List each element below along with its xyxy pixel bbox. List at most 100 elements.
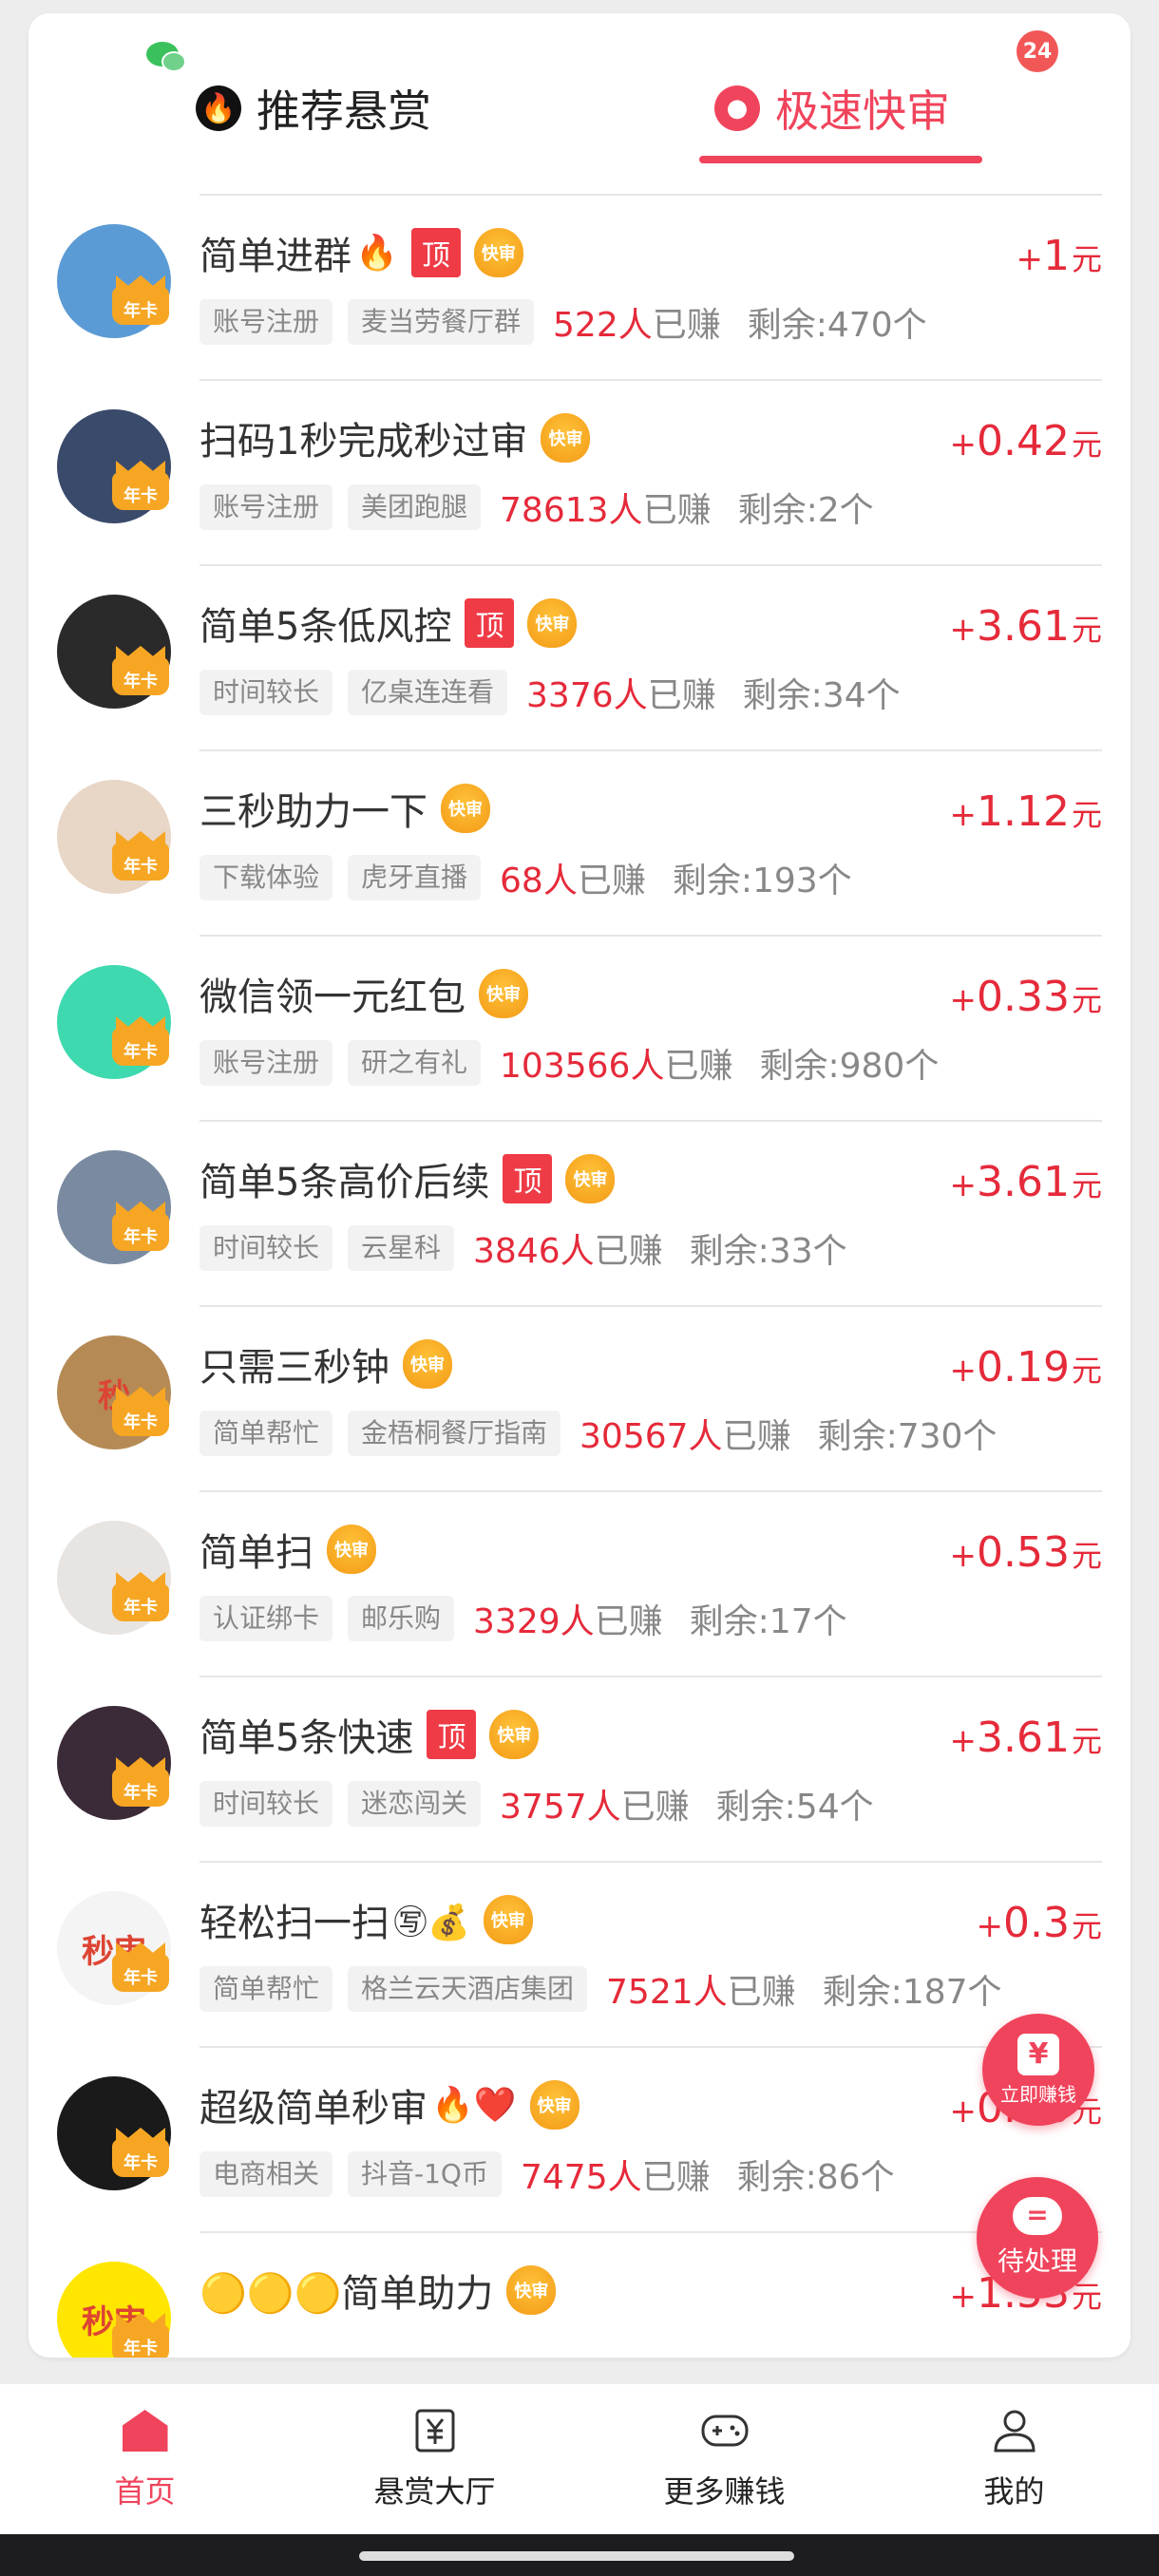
task-title: 扫码1秒完成秒过审 (200, 420, 528, 464)
task-meta: 账号注册 研之有礼 103566人 已赚 剩余:980个 (200, 1039, 939, 1087)
merchant-tag: 邮乐购 (348, 1596, 455, 1641)
earn-now-button[interactable]: ¥ 立即赚钱 (982, 2014, 1094, 2126)
notification-count: 24 (1022, 39, 1053, 64)
tab-recommended[interactable]: 🔥 推荐悬赏 (196, 70, 431, 146)
nav-more-earn[interactable]: 更多赚钱 (580, 2384, 869, 2534)
title-row: 简单进群 🔥 顶快审 (200, 222, 523, 283)
year-card-badge: 年卡 (112, 1213, 169, 1251)
task-meta: 时间较长 迷恋闯关 3757人 已赚 剩余:54个 (200, 1780, 874, 1828)
reward-plus: + (949, 1537, 978, 1575)
title-row: 简单5条高价后续顶快审 (200, 1148, 616, 1209)
task-meta: 认证绑卡 邮乐购 3329人 已赚 剩余:17个 (200, 1595, 847, 1642)
title-row: 轻松扫一扫 ㊢💰 快审 (200, 1889, 533, 1950)
remaining-count: 剩余:470个 (747, 306, 927, 345)
task-item[interactable]: 年卡 简单扫 快审 +0.53 元认证绑卡 邮乐购 3329人 已赚 剩余:17个 (28, 1490, 1130, 1676)
pending-button[interactable]: 待处理 (977, 2177, 1098, 2299)
earner-count: 3757人 (500, 1788, 621, 1827)
task-meta: 简单帮忙 金梧桐餐厅指南 30567人 已赚 剩余:730个 (200, 1410, 997, 1457)
task-item[interactable]: 年卡 微信领一元红包 快审 +0.33 元账号注册 研之有礼 103566人 已赚 剩余:980… (28, 935, 1130, 1120)
reward-value: 0.19 (977, 1343, 1070, 1392)
fast-review-badge: 快审 (489, 1710, 540, 1759)
reward-unit: 元 (1071, 1538, 1102, 1574)
divider (200, 1305, 1102, 1307)
task-item[interactable]: 秒审 年卡 轻松扫一扫 ㊢💰 快审 +0.3 元简单帮忙 格兰云天酒店集团 7521人 已赚 剩余:… (28, 1861, 1130, 2046)
task-meta: 时间较长 云星科 3846人 已赚 剩余:33个 (200, 1224, 847, 1272)
earner-count: 7475人 (520, 2158, 642, 2197)
fast-review-badge: 快审 (473, 228, 523, 277)
nav-home[interactable]: 首页 (0, 2384, 290, 2534)
reward-unit: 元 (1071, 1167, 1102, 1203)
fast-review-badge: 快审 (527, 598, 578, 648)
reward-value: 3.61 (977, 1158, 1070, 1206)
earned-label: 已赚 (641, 2158, 711, 2197)
merchant-tag: 格兰云天酒店集团 (348, 1966, 588, 2012)
fast-review-badge: 快审 (506, 2265, 557, 2315)
title-row: 扫码1秒完成秒过审 快审 (200, 407, 591, 468)
tab-fast-review[interactable]: ● 极速快审 (714, 70, 950, 146)
earned-label: 已赚 (647, 676, 716, 715)
reward-unit: 元 (1071, 1353, 1102, 1389)
task-item[interactable]: 年卡 扫码1秒完成秒过审 快审 +0.42 元账号注册 美团跑腿 78613人 已赚 剩余:2个 (28, 379, 1130, 564)
remaining-count: 剩余:2个 (737, 491, 874, 530)
home-icon (121, 2407, 170, 2454)
category-tag: 账号注册 (200, 1040, 333, 1086)
reward-value: 1.12 (977, 787, 1070, 836)
merchant-tag: 麦当劳餐厅群 (348, 299, 535, 345)
category-tag: 时间较长 (200, 1781, 333, 1827)
earner-count: 522人 (553, 306, 653, 345)
title-row: 微信领一元红包 快审 (200, 963, 528, 1024)
fast-review-badge: 快审 (483, 1895, 533, 1944)
reward-plus: + (949, 1166, 978, 1204)
reward-amount: +1.12 元 (950, 787, 1102, 836)
category-tag: 下载体验 (200, 855, 333, 900)
title-row: 三秒助力一下 快审 (200, 778, 490, 839)
title-emoji: 🔥 (355, 234, 398, 273)
task-item[interactable]: 年卡 简单5条高价后续顶快审 +3.61 元时间较长 云星科 3846人 已赚 剩余:33个 (28, 1120, 1130, 1305)
reward-plus: + (949, 2093, 978, 2131)
task-title: 简单进群 (200, 235, 352, 278)
task-item[interactable]: 年卡 简单5条低风控顶快审 +3.61 元时间较长 亿桌连连看 3376人 已赚 剩余:34个 (28, 564, 1130, 749)
task-item[interactable]: 秒审年卡🟡🟡🟡简单助力快审+1.53元 (28, 2231, 1130, 2358)
earner-count: 68人 (500, 862, 578, 900)
task-item[interactable]: 年卡 三秒助力一下 快审 +1.12 元下载体验 虎牙直播 68人 已赚 剩余:193个 (28, 749, 1130, 935)
reward-unit: 元 (1071, 426, 1102, 463)
divider (200, 935, 1102, 937)
year-card-badge: 年卡 (112, 1583, 169, 1621)
task-title: 轻松扫一扫 (200, 1902, 390, 1945)
task-item[interactable]: 年卡 简单5条快速顶快审 +3.61 元时间较长 迷恋闯关 3757人 已赚 剩余:54个 (28, 1676, 1130, 1861)
pinned-badge: 顶 (427, 1710, 477, 1759)
chat-bubble-icon (1013, 2197, 1062, 2235)
task-item[interactable]: 年卡 简单进群 🔥 顶快审 +1 元账号注册 麦当劳餐厅群 522人 已赚 剩余:470个 (28, 194, 1130, 379)
category-tag: 电商相关 (200, 2151, 333, 2197)
nav-profile[interactable]: 我的 (869, 2384, 1159, 2534)
notification-icon[interactable]: 24 (1016, 30, 1058, 72)
task-item[interactable]: 年卡超级简单秒审🔥❤️快审+0.78元电商相关抖音-1Q币7475人已赚剩余:8… (28, 2046, 1130, 2231)
earner-count: 3376人 (526, 676, 648, 715)
reward-unit: 元 (1071, 1908, 1102, 1944)
year-card-badge: 年卡 (112, 657, 169, 695)
merchant-tag: 金梧桐餐厅指南 (348, 1411, 561, 1456)
year-card-badge: 年卡 (112, 1954, 169, 1992)
remaining-count: 剩余:730个 (817, 1417, 998, 1456)
task-item[interactable]: 秒年卡 只需三秒钟 快审 +0.19 元简单帮忙 金梧桐餐厅指南 30567人 已赚 剩余:73… (28, 1305, 1130, 1490)
year-card-badge: 年卡 (112, 843, 169, 881)
title-row: 🟡🟡🟡简单助力 快审 (200, 2260, 557, 2320)
remaining-count: 剩余:17个 (689, 1602, 847, 1641)
task-title: 只需三秒钟 (200, 1346, 390, 1390)
task-title: 简单5条低风控 (200, 605, 452, 649)
title-row: 简单5条低风控顶快审 (200, 593, 578, 653)
earner-count: 30567人 (580, 1417, 723, 1456)
reward-value: 1 (1042, 232, 1070, 280)
task-meta: 账号注册 美团跑腿 78613人 已赚 剩余:2个 (200, 483, 874, 531)
category-tag: 时间较长 (200, 1225, 333, 1271)
nav-reward-hall[interactable]: 悬赏大厅 (290, 2384, 580, 2534)
category-tag: 认证绑卡 (200, 1596, 333, 1641)
reward-unit: 元 (1071, 241, 1102, 277)
earned-label: 已赚 (664, 1047, 733, 1086)
earner-count: 3846人 (473, 1232, 595, 1271)
gesture-handle[interactable] (359, 2551, 794, 2561)
year-card-badge: 年卡 (112, 287, 169, 325)
reward-unit: 元 (1071, 1723, 1102, 1759)
task-title: 🟡🟡🟡简单助力 (200, 2272, 494, 2316)
reward-value: 0.42 (977, 417, 1070, 465)
